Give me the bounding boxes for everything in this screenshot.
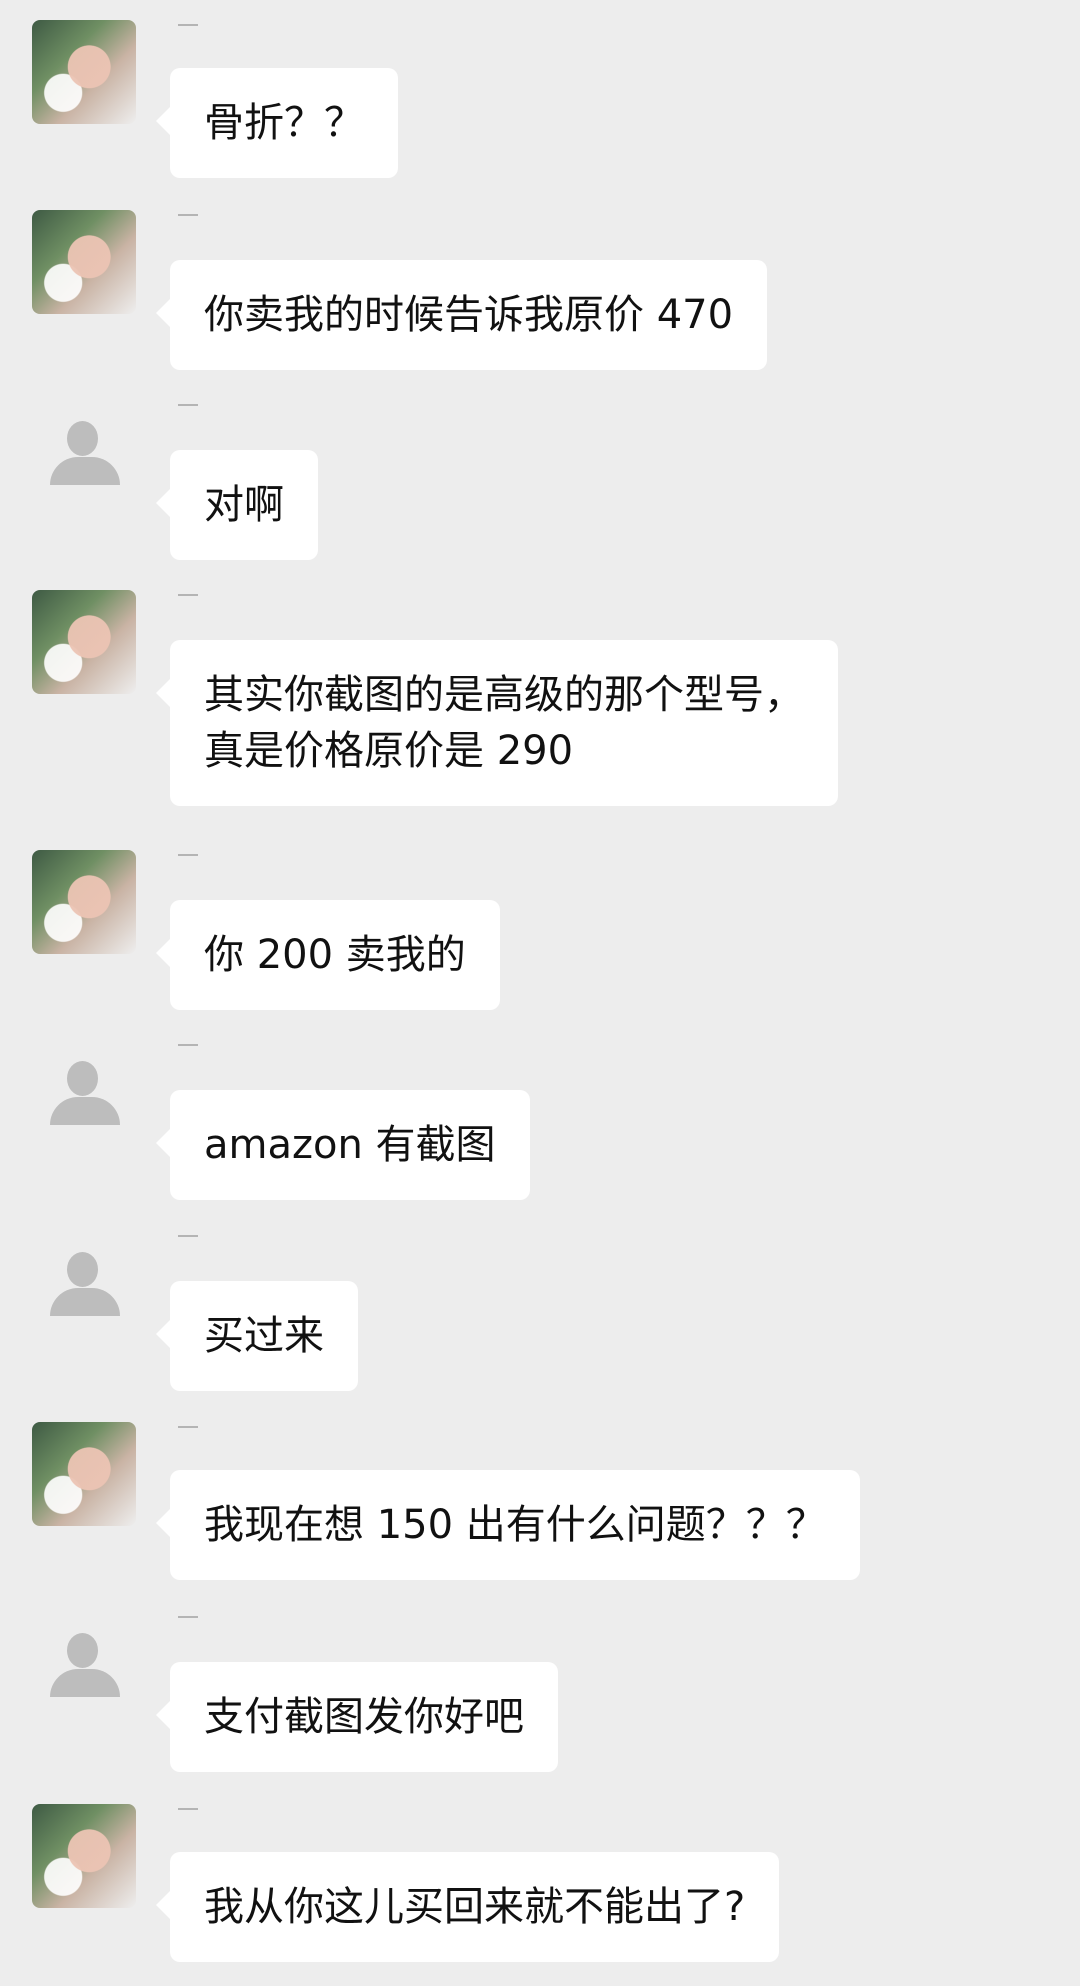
- avatar-head-icon: [67, 1061, 98, 1096]
- message-bubble[interactable]: 买过来: [156, 1281, 358, 1391]
- avatar-body-icon: [50, 1288, 120, 1316]
- chat-thread: 骨折？？ 你卖我的时候告诉我原价 470 对啊 其实你截图的是高级的那个型号， …: [0, 0, 1080, 1986]
- default-avatar[interactable]: [32, 1040, 136, 1144]
- name-placeholder: [178, 404, 198, 414]
- message-bubble[interactable]: 其实你截图的是高级的那个型号， 真是价格原价是 290: [156, 640, 838, 806]
- avatar-head-icon: [67, 1252, 98, 1287]
- avatar-body-icon: [50, 1097, 120, 1125]
- user-avatar[interactable]: [32, 210, 136, 314]
- name-placeholder: [178, 1426, 198, 1436]
- default-avatar[interactable]: [32, 400, 136, 504]
- name-placeholder: [178, 24, 198, 34]
- user-avatar[interactable]: [32, 1804, 136, 1908]
- user-avatar[interactable]: [32, 1422, 136, 1526]
- name-placeholder: [178, 1808, 198, 1818]
- user-avatar[interactable]: [32, 590, 136, 694]
- message-bubble[interactable]: 骨折？？: [156, 68, 398, 178]
- name-placeholder: [178, 594, 198, 604]
- message-bubble[interactable]: 支付截图发你好吧: [156, 1662, 558, 1772]
- message-bubble[interactable]: amazon 有截图: [156, 1090, 530, 1200]
- name-placeholder: [178, 1044, 198, 1054]
- name-placeholder: [178, 854, 198, 864]
- default-avatar[interactable]: [32, 1231, 136, 1335]
- message-bubble[interactable]: 你 200 卖我的: [156, 900, 500, 1010]
- avatar-head-icon: [67, 421, 98, 456]
- name-placeholder: [178, 214, 198, 224]
- name-placeholder: [178, 1235, 198, 1245]
- user-avatar[interactable]: [32, 850, 136, 954]
- avatar-body-icon: [50, 457, 120, 485]
- message-bubble[interactable]: 我从你这儿买回来就不能出了?: [155, 1852, 780, 1962]
- message-bubble[interactable]: 我现在想 150 出有什么问题？？？: [156, 1470, 860, 1580]
- name-placeholder: [178, 1616, 198, 1626]
- message-bubble[interactable]: 你卖我的时候告诉我原价 470: [155, 260, 768, 370]
- avatar-head-icon: [67, 1633, 98, 1668]
- default-avatar[interactable]: [32, 1612, 136, 1716]
- user-avatar[interactable]: [32, 20, 136, 124]
- message-bubble[interactable]: 对啊: [156, 450, 318, 560]
- avatar-body-icon: [50, 1669, 120, 1697]
